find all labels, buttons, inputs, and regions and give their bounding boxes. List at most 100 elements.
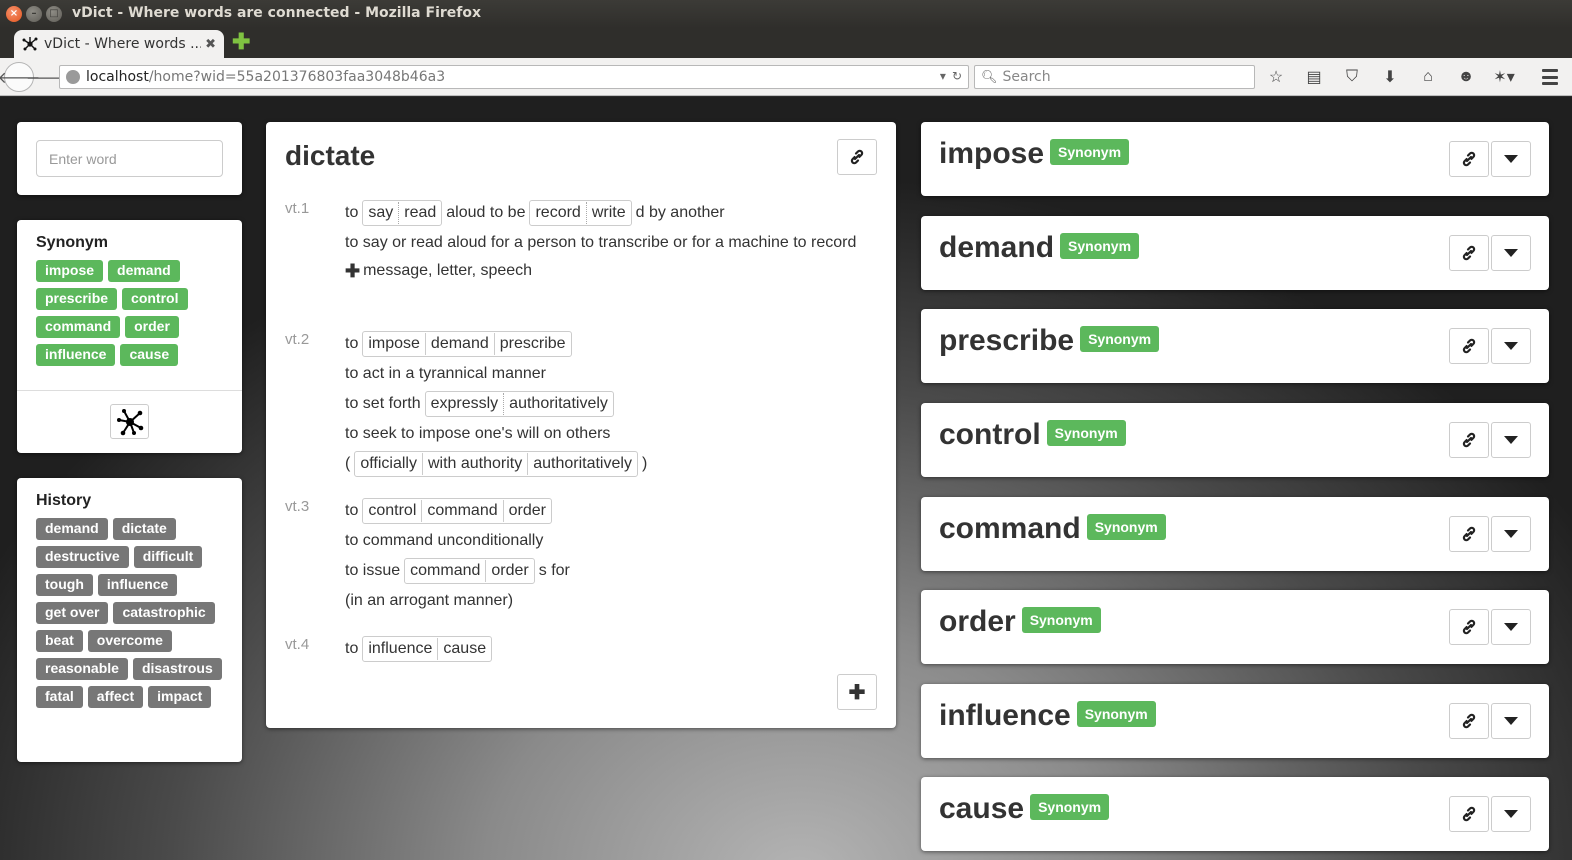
history-tag[interactable]: overcome <box>87 630 172 652</box>
extension-icon[interactable]: ✶▾ <box>1493 67 1514 87</box>
word-choice[interactable]: authoritatively <box>503 393 613 415</box>
synonym-tag[interactable]: command <box>36 316 121 338</box>
pocket-icon[interactable]: ⛉ <box>1342 67 1362 87</box>
word-choice[interactable]: expressly <box>426 393 504 415</box>
add-sense-button[interactable]: ✚ <box>837 674 877 710</box>
related-link-button[interactable] <box>1449 235 1489 271</box>
expand-dropdown-button[interactable] <box>1491 516 1531 552</box>
expand-dropdown-button[interactable] <box>1491 141 1531 177</box>
browser-tab[interactable]: vDict - Where words ... ✖ <box>14 30 224 58</box>
related-link-button[interactable] <box>1449 422 1489 458</box>
word-choice[interactable]: impose <box>363 333 425 355</box>
word-choice[interactable]: demand <box>424 333 494 355</box>
related-link-button[interactable] <box>1449 796 1489 832</box>
word-choice[interactable]: order <box>485 560 533 582</box>
word-choice[interactable]: order <box>502 500 551 522</box>
related-word[interactable]: order <box>939 605 1016 639</box>
url-dropdown-icon[interactable]: ▾ <box>940 69 946 83</box>
related-word[interactable]: control <box>939 418 1041 452</box>
word-choice[interactable]: record <box>530 202 585 224</box>
history-tag[interactable]: influence <box>97 574 178 596</box>
history-tag[interactable]: tough <box>36 574 93 596</box>
caret-down-icon <box>1504 717 1518 725</box>
history-tag[interactable]: affect <box>87 686 144 708</box>
tab-close-icon[interactable]: ✖ <box>205 37 216 52</box>
new-tab-button[interactable]: ✚ <box>232 31 250 53</box>
related-word[interactable]: influence <box>939 699 1071 733</box>
related-word[interactable]: demand <box>939 231 1054 265</box>
expand-dropdown-button[interactable] <box>1491 796 1531 832</box>
expand-dropdown-button[interactable] <box>1491 703 1531 739</box>
synonym-tag[interactable]: prescribe <box>36 288 118 310</box>
history-tag[interactable]: impact <box>148 686 212 708</box>
synonym-tag[interactable]: impose <box>36 260 104 282</box>
related-link-button[interactable] <box>1449 609 1489 645</box>
word-choice[interactable]: authoritatively <box>527 453 637 475</box>
forward-button[interactable]: 🡒 <box>26 67 66 87</box>
history-tag[interactable]: catastrophic <box>113 602 215 624</box>
word-choice[interactable]: read <box>398 202 441 224</box>
history-tag[interactable]: reasonable <box>36 658 128 680</box>
expand-dropdown-button[interactable] <box>1491 328 1531 364</box>
home-icon[interactable]: ⌂ <box>1418 67 1438 87</box>
word-choice[interactable]: prescribe <box>493 333 571 355</box>
copy-link-button[interactable] <box>837 139 877 175</box>
word-choice[interactable]: officially <box>355 453 422 475</box>
word-choice[interactable]: command <box>405 560 485 582</box>
related-word-card: influence Synonym <box>921 684 1549 758</box>
synonym-tag[interactable]: influence <box>36 344 116 366</box>
relation-badge: Synonym <box>1046 420 1126 446</box>
related-link-button[interactable] <box>1449 141 1489 177</box>
history-tag[interactable]: difficult <box>133 546 203 568</box>
word-search-input[interactable] <box>36 140 223 177</box>
related-link-button[interactable] <box>1449 328 1489 364</box>
synonym-tag[interactable]: control <box>122 288 188 310</box>
related-word[interactable]: cause <box>939 792 1024 826</box>
search-bar[interactable]: 🔍︎ Search <box>974 65 1255 89</box>
window-maximize-button[interactable]: □ <box>46 6 62 22</box>
definition-fragment: d by another <box>635 204 725 221</box>
synonym-tag[interactable]: demand <box>108 260 180 282</box>
word-choice[interactable]: say <box>363 202 398 224</box>
plus-icon: ✚ <box>345 261 361 281</box>
download-icon[interactable]: ⬇ <box>1380 67 1400 87</box>
expand-dropdown-button[interactable] <box>1491 235 1531 271</box>
relation-badge: Synonym <box>1021 607 1101 633</box>
word-choice[interactable]: write <box>585 202 631 224</box>
url-bar[interactable]: localhost/home?wid=55a201376803faa3048b4… <box>59 65 969 89</box>
word-choice-group: influence cause <box>362 636 493 662</box>
reload-icon[interactable]: ↻ <box>952 69 962 83</box>
window-close-button[interactable]: × <box>6 6 22 22</box>
sense-label: vt.4 <box>285 636 310 653</box>
word-choice[interactable]: with authority <box>421 453 527 475</box>
history-tag[interactable]: fatal <box>36 686 83 708</box>
history-tag[interactable]: dictate <box>112 518 176 540</box>
related-link-button[interactable] <box>1449 703 1489 739</box>
history-tag[interactable]: beat <box>36 630 83 652</box>
word-choice[interactable]: command <box>421 500 502 522</box>
related-word[interactable]: prescribe <box>939 324 1074 358</box>
expand-dropdown-button[interactable] <box>1491 422 1531 458</box>
history-tag[interactable]: demand <box>36 518 108 540</box>
graph-view-button[interactable] <box>110 404 149 439</box>
related-link-button[interactable] <box>1449 516 1489 552</box>
expand-dropdown-button[interactable] <box>1491 609 1531 645</box>
caret-down-icon <box>1504 530 1518 538</box>
history-tag[interactable]: disastrous <box>132 658 222 680</box>
window-minimize-button[interactable]: – <box>26 6 42 22</box>
chat-icon[interactable]: ☻ <box>1456 67 1476 87</box>
word-choice[interactable]: control <box>363 500 421 522</box>
word-choice[interactable]: influence <box>363 638 437 660</box>
caret-down-icon <box>1504 623 1518 631</box>
history-tag[interactable]: destructive <box>36 546 129 568</box>
bookmark-star-icon[interactable]: ☆ <box>1266 67 1286 87</box>
reading-list-icon[interactable]: ▤ <box>1304 67 1324 87</box>
related-word[interactable]: command <box>939 512 1081 546</box>
synonym-tag[interactable]: cause <box>120 344 179 366</box>
link-icon <box>1462 806 1476 822</box>
related-word[interactable]: impose <box>939 137 1044 171</box>
synonym-tag[interactable]: order <box>125 316 179 338</box>
history-tag[interactable]: get over <box>36 602 109 624</box>
menu-icon[interactable] <box>1542 69 1558 85</box>
word-choice[interactable]: cause <box>437 638 491 660</box>
